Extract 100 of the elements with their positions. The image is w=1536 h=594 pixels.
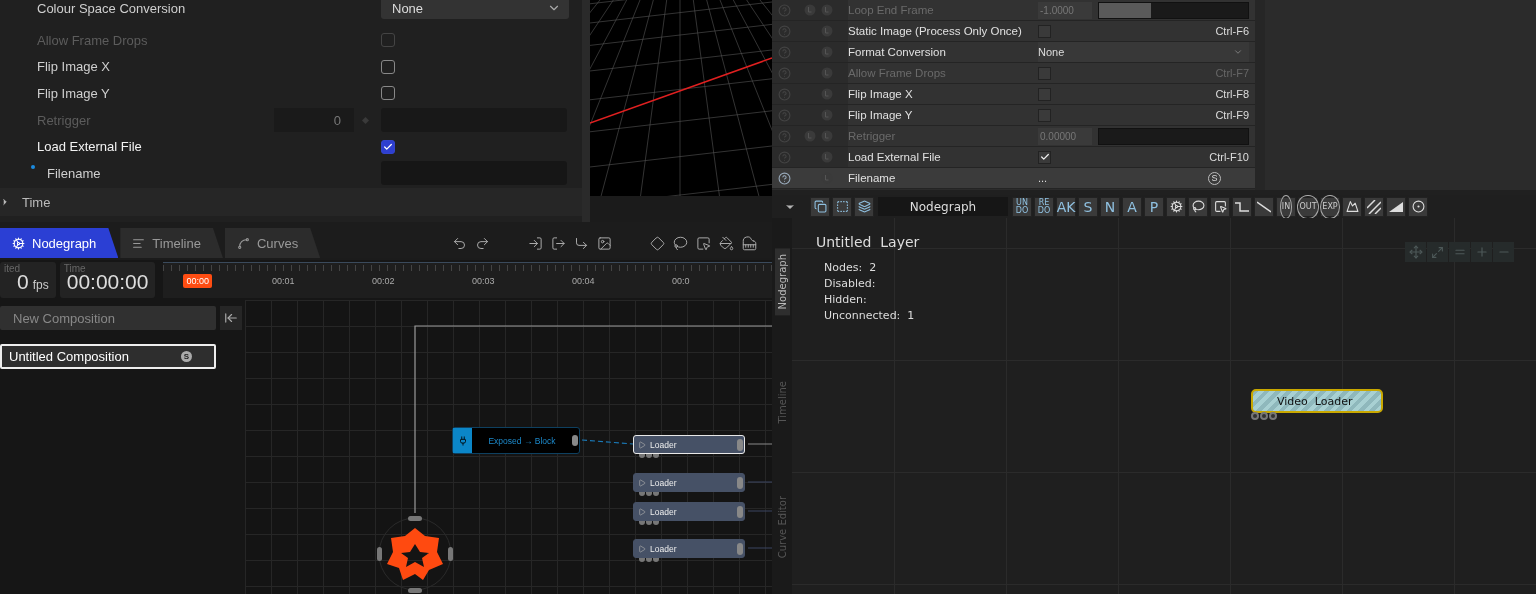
gear-button[interactable] [1166,196,1186,217]
side-tab[interactable]: Nodegraph [774,248,790,316]
3d-viewport[interactable] [590,0,772,196]
input-ports[interactable] [639,492,659,496]
input-ports[interactable] [639,454,659,458]
property-label: Loop End Frame [848,4,935,16]
keyframe-diamond-icon[interactable] [362,116,369,124]
toolbar-button[interactable]: OUT [1298,196,1318,217]
toolbar-button[interactable]: AK [1056,196,1076,217]
hatch-button[interactable] [1364,196,1384,217]
layer-stat: Nodes: 2 [823,260,878,276]
play-icon [638,544,646,553]
target-button[interactable] [1408,196,1428,217]
move-icon[interactable] [1405,242,1426,262]
timeline-ruler[interactable]: 00:00 00:01 00:02 00:03 00:04 00:0 [163,262,772,298]
import-icon[interactable] [528,235,544,251]
lasso-button[interactable] [1188,196,1208,217]
lasso-icon[interactable] [673,235,689,251]
property-label: Flip Image Y [37,85,111,101]
input-ports[interactable] [639,521,659,525]
loader-node[interactable]: Loader [633,473,745,492]
property-label: Flip Image Y [848,109,914,121]
link-toggle-icon[interactable] [821,46,833,58]
export-icon[interactable] [551,235,567,251]
fit-icon[interactable] [1427,242,1448,262]
toolbar-button[interactable]: S [1078,196,1098,217]
property-label: Retrigger [37,112,92,128]
checkbox[interactable] [381,86,395,101]
dropdown[interactable]: None [381,0,569,20]
collapse-button[interactable] [220,306,242,330]
input-ports[interactable] [639,558,659,562]
piano-icon[interactable] [742,235,758,251]
redo-icon[interactable] [475,235,491,251]
zoom-in-icon[interactable] [1471,242,1492,262]
node-label: Exposed → Block [487,435,557,446]
slope-button[interactable] [1386,196,1406,217]
ruler-label: 00:01 [272,275,296,286]
toolbar-button[interactable]: IN [1276,196,1296,217]
editor-tab[interactable]: Timeline [120,228,223,258]
shortcut-label: Ctrl-F10 [1209,151,1249,163]
link-toggle-icon[interactable] [821,109,833,121]
paint-bucket-icon[interactable] [719,235,735,251]
check-icon [383,141,393,152]
link-toggle-icon[interactable] [821,25,833,37]
toolbar-button[interactable]: P [1144,196,1164,217]
nodegraph-canvas[interactable]: Untitled Layer Nodes: 2 Disabled: Hidden: Unconnected: 1 Video Loader [792,218,1536,594]
checkbox[interactable] [1038,24,1051,38]
toolbar-button[interactable]: N [1100,196,1120,217]
connector-icon[interactable] [574,235,590,251]
layers-button[interactable] [854,196,874,217]
property-label: Load External File [37,139,143,155]
toolbar-button[interactable]: RE DO [1034,196,1054,217]
file-value[interactable]: ... [1038,172,1048,184]
toolbar-button[interactable]: A [1122,196,1142,217]
section-header[interactable]: Time [0,188,582,216]
editor-tab[interactable]: Nodegraph [0,228,119,258]
mountain-button[interactable] [1342,196,1362,217]
output-port[interactable] [572,435,578,446]
checkbox[interactable] [1038,87,1051,101]
input-ports[interactable] [1251,412,1277,420]
property-label: Flip Image X [37,59,111,75]
loader-node[interactable]: Loader [633,502,745,521]
scrollbar[interactable] [1255,0,1265,190]
step-button[interactable] [1232,196,1252,217]
shortcut-label: Ctrl-F9 [1215,109,1249,121]
shortcut-label: Ctrl-F6 [1215,25,1249,37]
undo-icon[interactable] [452,235,468,251]
checkbox[interactable] [1038,150,1051,164]
dropdown[interactable]: None [1038,42,1249,62]
toolbar-button[interactable]: UN DO [1012,196,1032,217]
dashed-wire [581,439,634,445]
checkbox[interactable] [381,59,395,74]
exposed-node[interactable]: Exposed → Block [452,427,580,454]
dashed-square-button[interactable] [832,196,852,217]
toolbar-button[interactable]: EXP [1320,196,1340,217]
zoom-out-icon[interactable] [1493,242,1514,262]
shortcut-label: Ctrl-F8 [1215,88,1249,100]
link-toggle-icon[interactable] [821,88,833,100]
step-icon [1235,200,1249,213]
property-label: Load External File [848,151,942,163]
new-composition-button[interactable]: New Composition [0,306,216,330]
editor-tab[interactable]: Curves [225,228,321,258]
diamond-icon[interactable] [650,235,666,251]
property-label: Retrigger [848,130,897,142]
checkbox[interactable] [1038,108,1051,122]
link-toggle-icon[interactable] [821,151,833,163]
line-button[interactable] [1254,196,1274,217]
image-icon[interactable] [597,235,613,251]
select-button[interactable] [1210,196,1230,217]
loader-node[interactable]: Loader [633,435,745,454]
video-loader-node[interactable]: Video Loader [1251,389,1383,413]
loader-node[interactable]: Loader [633,539,745,558]
nodegraph-canvas[interactable]: Exposed → Block Loader Loader Loader Loader [245,300,772,594]
node-label: Loader [650,543,677,554]
select-icon[interactable] [696,235,712,251]
equal-icon[interactable] [1449,242,1470,262]
copy-button[interactable] [810,196,830,217]
composition-item[interactable]: Untitled Composition S [0,344,216,369]
checkbox[interactable] [381,139,395,154]
help-icon[interactable] [778,171,791,185]
